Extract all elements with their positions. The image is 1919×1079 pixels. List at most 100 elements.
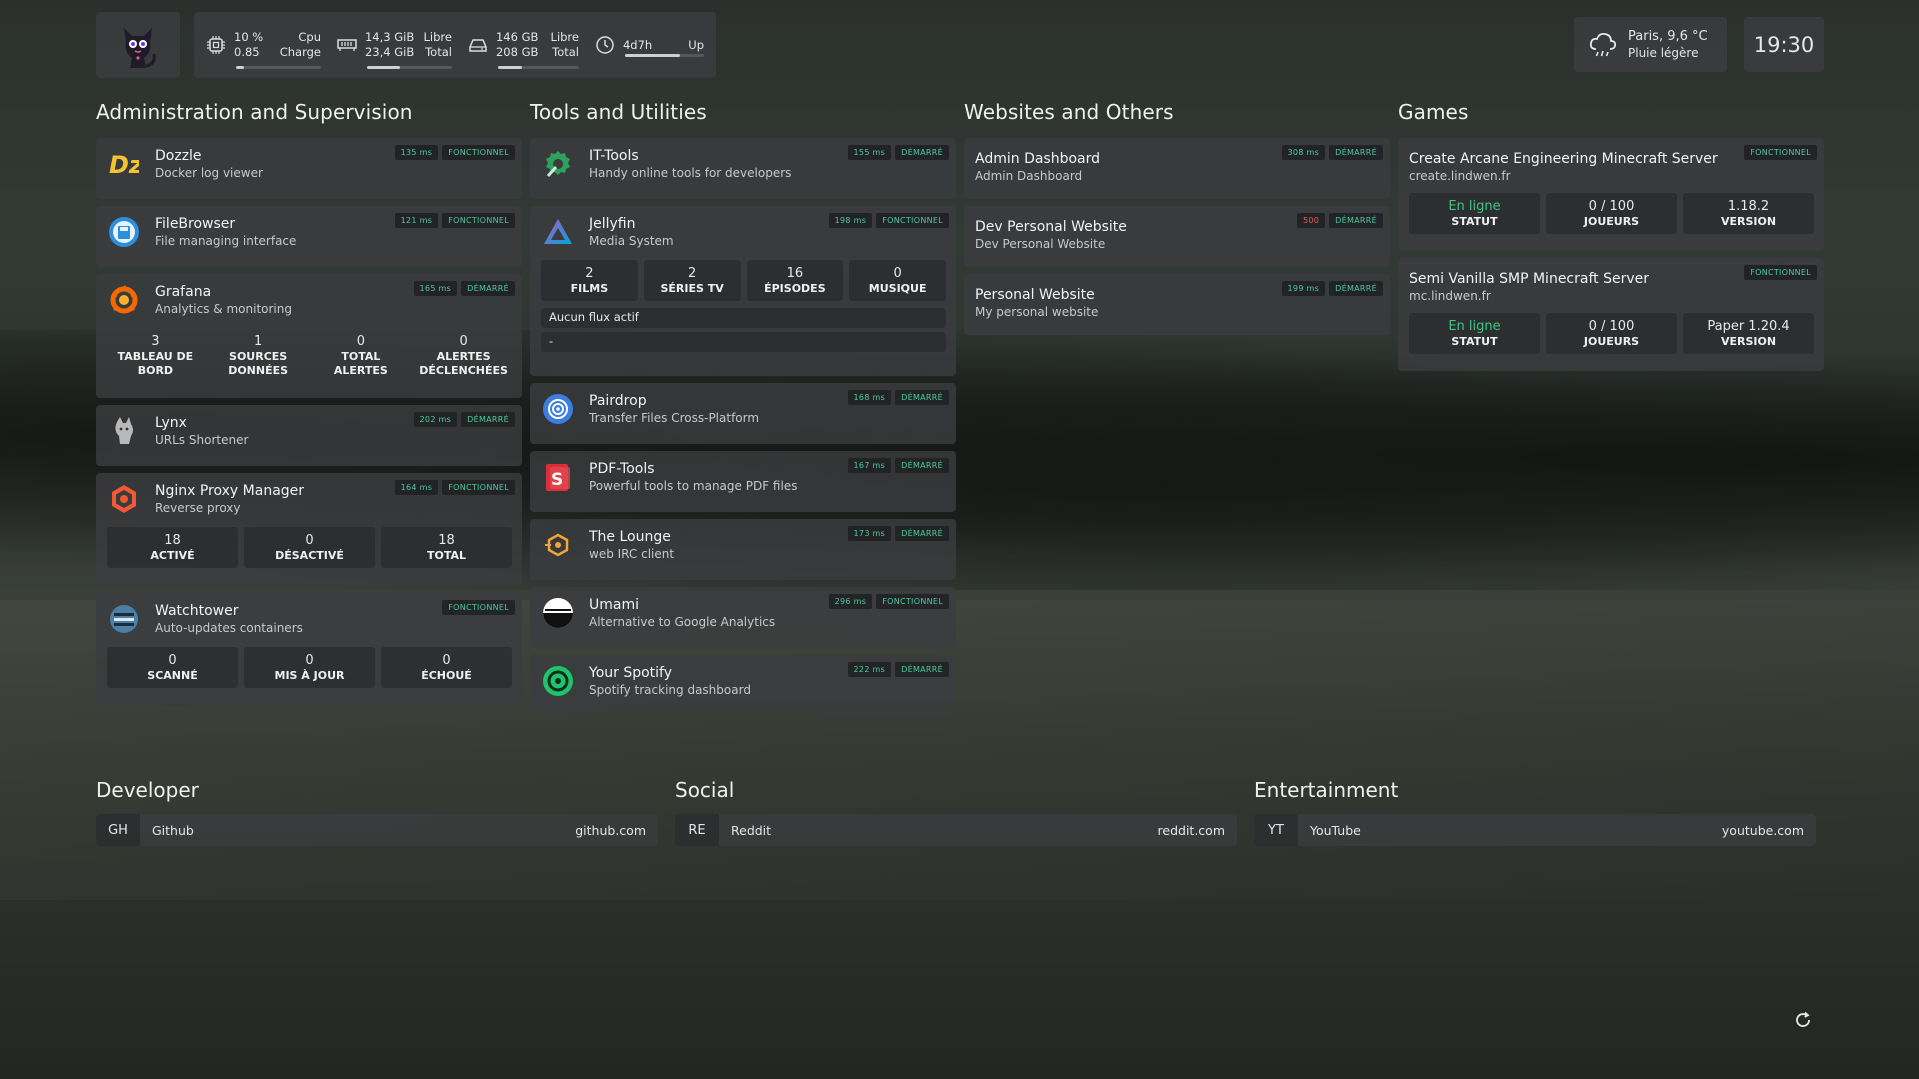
uptime-label: Up <box>688 37 705 52</box>
status-badge: FONCTIONNEL <box>1744 265 1817 280</box>
ping-badge: 308 ms <box>1281 145 1326 160</box>
section-games: Games FONCTIONNEL Create Arcane Engineer… <box>1398 100 1824 378</box>
service-card-lynx[interactable]: 202 ms DÉMARRÉ Lynx URLs Shortener <box>96 405 522 466</box>
ping-badge: 165 ms <box>413 281 458 296</box>
service-card-dev-personal-website[interactable]: 500 DÉMARRÉ Dev Personal Website Dev Perso… <box>964 206 1390 267</box>
service-card-dozzle[interactable]: 135 msFONCTIONNEL Dz Dozzle Docker log vi… <box>96 138 522 199</box>
service-card-filebrowser[interactable]: 121 ms FONCTIONNEL FileBrowser File managi… <box>96 206 522 267</box>
section-title: Administration and Supervision <box>96 100 413 124</box>
bookmark-url: reddit.com <box>1157 822 1225 838</box>
disk-free-label: Libre <box>550 30 579 44</box>
service-card-admin-dashboard[interactable]: 308 ms DÉMARRÉ Admin Dashboard Admin Dashb… <box>964 138 1390 199</box>
pairdrop-icon <box>541 392 575 426</box>
stat-disabled: 0 DÉSACTIVÉ <box>244 527 375 568</box>
service-card-pdf-tools[interactable]: 167 ms DÉMARRÉ S PDF-Tools Powerful tools … <box>530 451 956 512</box>
uptime-value: 4d7h <box>622 37 653 52</box>
stat-dashboards: 3 TABLEAU DE BORD <box>107 328 204 383</box>
service-description: Reverse proxy <box>155 501 241 515</box>
service-name: Pairdrop <box>589 393 647 409</box>
ram-total: 23,4 GiB <box>364 45 415 59</box>
service-name: The Lounge <box>589 529 671 545</box>
bookmark-reddit[interactable]: RE Reddit reddit.com <box>675 814 1237 846</box>
service-card-pairdrop[interactable]: 168 ms DÉMARRÉ Pairdrop Transfer Files Cro… <box>530 383 956 444</box>
service-card-create-minecraft-server[interactable]: FONCTIONNEL Create Arcane Engineering Mi… <box>1398 138 1824 251</box>
the-lounge-icon <box>541 528 575 562</box>
bookmark-group-title: Developer <box>96 778 199 802</box>
stat-updated: 0 MIS À JOUR <box>244 647 375 688</box>
stat-version: Paper 1.20.4 VERSION <box>1683 313 1814 354</box>
stat-value: 0 <box>356 334 366 349</box>
service-description: Analytics & monitoring <box>155 302 292 316</box>
ping-badge: 167 ms <box>847 458 892 473</box>
status-badge: DÉMARRÉ <box>895 526 949 541</box>
stat-label: VERSION <box>1720 335 1777 348</box>
service-card-smp-minecraft-server[interactable]: FONCTIONNEL Semi Vanilla SMP Minecraft S… <box>1398 258 1824 371</box>
service-description: Transfer Files Cross-Platform <box>589 411 760 425</box>
stat-total: 18 TOTAL <box>381 527 512 568</box>
status-badge: FONCTIONNEL <box>1744 145 1817 160</box>
your-spotify-icon <box>541 664 575 698</box>
stat-players: 0 / 100 JOUEURS <box>1546 193 1677 234</box>
service-card-the-lounge[interactable]: 173 ms DÉMARRÉ The Lounge web IRC client <box>530 519 956 580</box>
stat-scanned: 0 SCANNÉ <box>107 647 238 688</box>
service-card-personal-website[interactable]: 199 ms DÉMARRÉ Personal Website My persona… <box>964 274 1390 335</box>
stat-value: 0 <box>168 653 177 668</box>
weather-widget[interactable]: Paris, 9,6 °C Pluie légère <box>1574 17 1727 72</box>
bookmark-url: github.com <box>575 822 646 838</box>
ram-free: 14,3 GiB <box>364 30 415 44</box>
status-badge: FONCTIONNEL <box>442 600 515 615</box>
clock-icon <box>596 36 614 54</box>
load-label: Charge <box>279 45 321 59</box>
bookmark-group-title: Social <box>675 778 735 802</box>
ping-badge: 173 ms <box>847 526 892 541</box>
stat-label: MUSIQUE <box>868 282 927 295</box>
status-badge: DÉMARRÉ <box>895 390 949 405</box>
bookmark-youtube[interactable]: YT YouTube youtube.com <box>1254 814 1816 846</box>
bookmark-group-title: Entertainment <box>1254 778 1399 802</box>
ping-badge: 155 ms <box>847 145 892 160</box>
site-logo[interactable] <box>96 12 180 78</box>
cpu-metric: 10 % 0.85 Cpu Charge <box>206 25 321 69</box>
service-name: Lynx <box>155 415 187 431</box>
umami-icon <box>541 596 575 630</box>
weather-rain-icon <box>1589 32 1617 56</box>
stat-label: VERSION <box>1720 215 1777 228</box>
svg-text:Dz: Dz <box>109 151 139 177</box>
ping-badge: 296 ms <box>828 594 873 609</box>
service-card-watchtower[interactable]: FONCTIONNEL Watchtower Auto-updates conta… <box>96 593 522 706</box>
refresh-icon[interactable] <box>1793 1010 1813 1030</box>
memory-icon <box>337 39 357 51</box>
stat-value: En ligne <box>1448 199 1501 214</box>
stat-value: 1.18.2 <box>1727 199 1770 214</box>
stat-movies: 2 FILMS <box>541 260 638 301</box>
service-card-grafana[interactable]: 165 ms DÉMARRÉ Grafana Analytics & monitor… <box>96 274 522 398</box>
service-card-nginx-proxy-manager[interactable]: 164 ms FONCTIONNEL Nginx Proxy Manager Rev… <box>96 473 522 586</box>
stat-datasources: 1 SOURCES DONNÉES <box>210 328 307 383</box>
stat-label: JOUEURS <box>1583 215 1640 228</box>
service-description: create.lindwen.fr <box>1409 169 1511 183</box>
stat-label: TABLEAU DE BORD <box>117 350 194 377</box>
service-description: mc.lindwen.fr <box>1409 289 1491 303</box>
section-tools: Tools and Utilities 155 ms DÉMARRÉ IT-Too… <box>530 100 956 723</box>
service-card-umami[interactable]: 296 ms FONCTIONNEL Umami Alternative to Go… <box>530 587 956 648</box>
ping-badge: 500 <box>1296 213 1326 228</box>
cat-logo-icon <box>124 28 156 68</box>
bookmark-abbr: RE <box>675 814 719 846</box>
watchtower-icon <box>107 602 141 636</box>
stat-value: 0 / 100 <box>1588 319 1635 334</box>
section-title: Tools and Utilities <box>530 100 707 124</box>
stat-label: ALERTES DÉCLENCHÉES <box>419 350 508 377</box>
status-badge: FONCTIONNEL <box>876 213 949 228</box>
service-card-jellyfin[interactable]: 198 ms FONCTIONNEL Jellyfin Media System 2… <box>530 206 956 376</box>
service-card-your-spotify[interactable]: 222 ms DÉMARRÉ Your Spotify Spotify tracki… <box>530 655 956 716</box>
status-badge: DÉMARRÉ <box>895 662 949 677</box>
bookmark-github[interactable]: GH Github github.com <box>96 814 658 846</box>
stat-label: TOTAL ALERTES <box>333 350 388 377</box>
svg-text:S: S <box>551 470 563 490</box>
bookmark-name: Reddit <box>731 822 772 838</box>
uptime-bar <box>624 54 705 57</box>
service-card-it-tools[interactable]: 155 ms DÉMARRÉ IT-Tools Handy online tools… <box>530 138 956 199</box>
filebrowser-icon <box>107 215 141 249</box>
stat-value: 0 / 100 <box>1588 199 1635 214</box>
stat-value: 0 <box>305 653 314 668</box>
